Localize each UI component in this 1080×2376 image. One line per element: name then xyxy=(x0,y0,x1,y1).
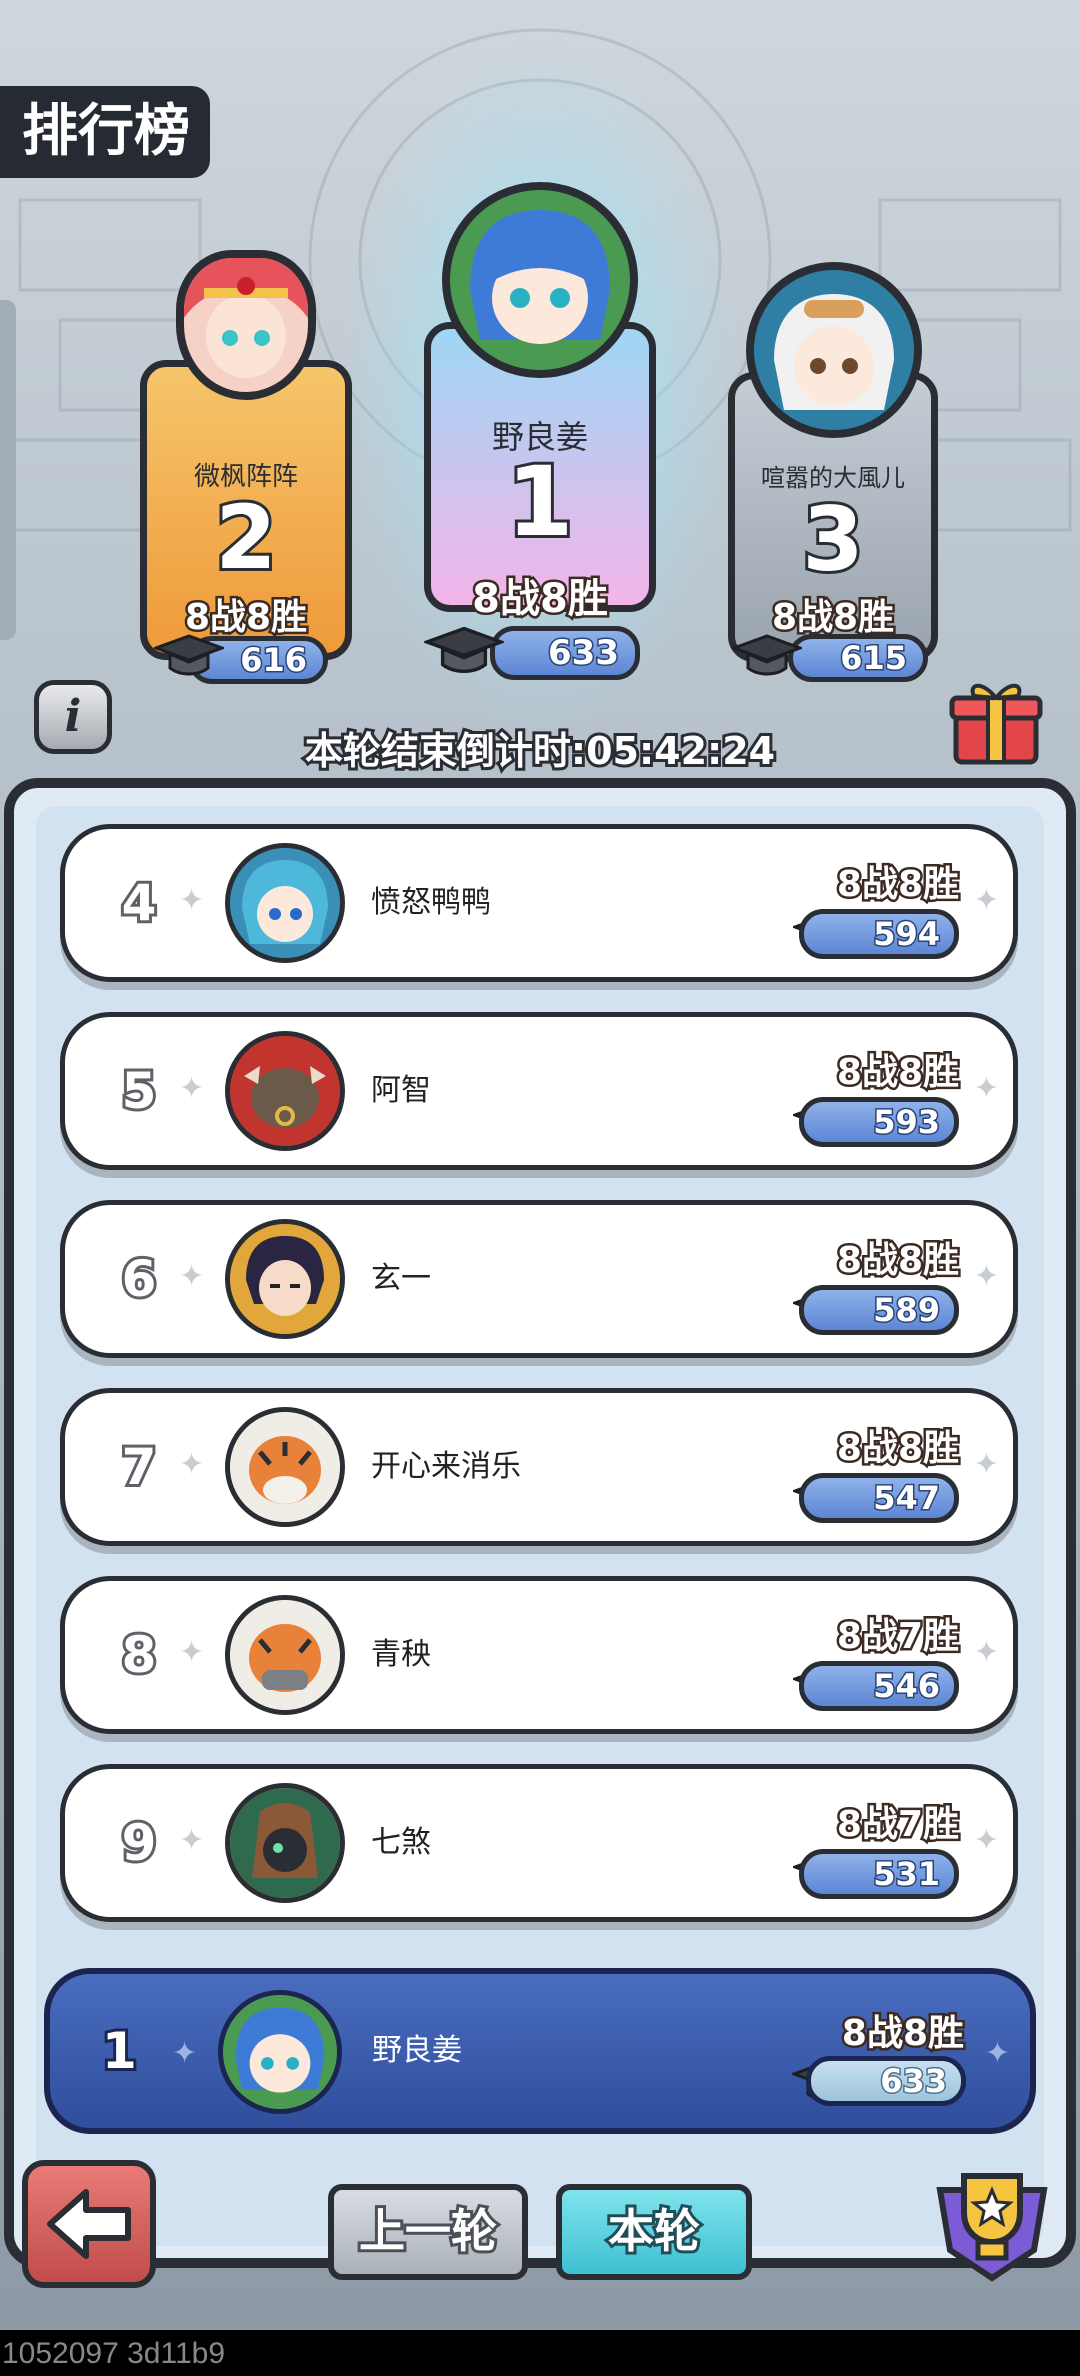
sparkle-icon: ✦ xyxy=(973,1823,999,1858)
list-item[interactable]: 5 ✦ 阿智 8战8胜 593 ✦ xyxy=(60,1012,1018,1170)
rank-number: 3 xyxy=(799,485,866,594)
rank-number: 8 xyxy=(119,1623,160,1687)
rank-number: 6 xyxy=(119,1247,160,1311)
avatar xyxy=(225,1407,345,1527)
player-name: 玄一 xyxy=(371,1261,431,1296)
score-pill: 531 xyxy=(799,1849,959,1899)
score-pill: 546 xyxy=(799,1661,959,1711)
rank-number: 1 xyxy=(99,2019,140,2083)
tab-current-round[interactable]: 本轮 xyxy=(556,2184,752,2280)
podium-first[interactable]: 野良姜 1 8战8胜 633 xyxy=(424,182,656,692)
avatar xyxy=(225,1031,345,1151)
sparkle-icon: ✦ xyxy=(984,2036,1010,2071)
score-pill: 593 xyxy=(799,1097,959,1147)
avatar xyxy=(746,262,922,438)
wins-label: 8战7胜 xyxy=(834,1802,961,1848)
score-pill: 615 xyxy=(788,634,928,682)
rank-number: 2 xyxy=(212,483,279,592)
sparkle-icon: ✦ xyxy=(179,1447,205,1482)
player-name: 开心来消乐 xyxy=(371,1449,521,1484)
score-pill: 589 xyxy=(799,1285,959,1335)
score-pill: 594 xyxy=(799,909,959,959)
avatar xyxy=(225,1783,345,1903)
sparkle-icon: ✦ xyxy=(973,883,999,918)
rank-number: 1 xyxy=(504,443,577,561)
rank-number: 4 xyxy=(119,871,160,935)
wins-label: 8战8胜 xyxy=(470,574,611,625)
player-name: 七煞 xyxy=(371,1825,431,1860)
sparkle-icon: ✦ xyxy=(973,1635,999,1670)
sparkle-icon: ✦ xyxy=(179,1071,205,1106)
sparkle-icon: ✦ xyxy=(973,1447,999,1482)
trophy-icon[interactable] xyxy=(930,2160,1054,2290)
score-pill: 633 xyxy=(490,626,640,680)
my-rank-row[interactable]: 1 ✦ 野良姜 8战8胜 633 ✦ xyxy=(44,1968,1036,2134)
tab-previous-round[interactable]: 上一轮 xyxy=(328,2184,528,2280)
round-countdown: 本轮结束倒计时:05:42:24 xyxy=(302,726,778,776)
sparkle-icon: ✦ xyxy=(179,1823,205,1858)
graduation-cap-icon xyxy=(732,634,802,676)
rank-number: 9 xyxy=(119,1811,160,1875)
leaderboard-screen: 排行榜 微枫阵阵 2 8战8胜 616 野良姜 1 8战8胜 633 喧嚣的大風… xyxy=(0,0,1080,2330)
wins-label: 8战7胜 xyxy=(834,1614,961,1660)
player-name: 野良姜 xyxy=(372,2033,462,2068)
player-name: 愤怒鸭鸭 xyxy=(371,885,491,920)
list-item[interactable]: 6 ✦ 玄一 8战8胜 589 ✦ xyxy=(60,1200,1018,1358)
list-item[interactable]: 7 ✦ 开心来消乐 8战8胜 547 ✦ xyxy=(60,1388,1018,1546)
avatar xyxy=(225,843,345,963)
player-name: 阿智 xyxy=(371,1073,431,1108)
graduation-cap-icon xyxy=(424,626,504,673)
wins-label: 8战8胜 xyxy=(834,862,961,908)
avatar xyxy=(225,1219,345,1339)
graduation-cap-icon xyxy=(154,634,224,676)
player-name: 青秧 xyxy=(371,1637,431,1672)
avatar xyxy=(225,1595,345,1715)
sparkle-icon: ✦ xyxy=(179,883,205,918)
build-id-text: 1052097 3d11b9 xyxy=(0,2332,1080,2376)
back-button[interactable] xyxy=(22,2160,156,2288)
back-arrow-icon xyxy=(47,2189,131,2259)
list-item[interactable]: 9 ✦ 七煞 8战7胜 531 ✦ xyxy=(60,1764,1018,1922)
rank-number: 7 xyxy=(119,1435,160,1499)
sparkle-icon: ✦ xyxy=(973,1259,999,1294)
rank-number: 5 xyxy=(119,1059,160,1123)
avatar xyxy=(442,182,638,378)
list-item[interactable]: 4 ✦ 愤怒鸭鸭 8战8胜 594 ✦ xyxy=(60,824,1018,982)
wins-label: 8战8胜 xyxy=(834,1238,961,1284)
page-title: 排行榜 xyxy=(0,86,210,178)
score-pill: 547 xyxy=(799,1473,959,1523)
sparkle-icon: ✦ xyxy=(179,1259,205,1294)
wins-label: 8战8胜 xyxy=(834,1426,961,1472)
sparkle-icon: ✦ xyxy=(179,1635,205,1670)
podium-third[interactable]: 喧嚣的大風儿 3 8战8胜 615 xyxy=(728,262,938,692)
score-pill: 633 xyxy=(806,2056,966,2106)
sparkle-icon: ✦ xyxy=(973,1071,999,1106)
avatar xyxy=(218,1990,342,2114)
avatar xyxy=(176,250,316,400)
sparkle-icon: ✦ xyxy=(172,2036,198,2071)
wins-label: 8战8胜 xyxy=(834,1050,961,1096)
list-item[interactable]: 8 ✦ 青秧 8战7胜 546 ✦ xyxy=(60,1576,1018,1734)
podium-second[interactable]: 微枫阵阵 2 8战8胜 616 xyxy=(140,250,352,690)
wins-label: 8战8胜 xyxy=(839,2011,966,2057)
side-handle[interactable] xyxy=(0,300,16,640)
